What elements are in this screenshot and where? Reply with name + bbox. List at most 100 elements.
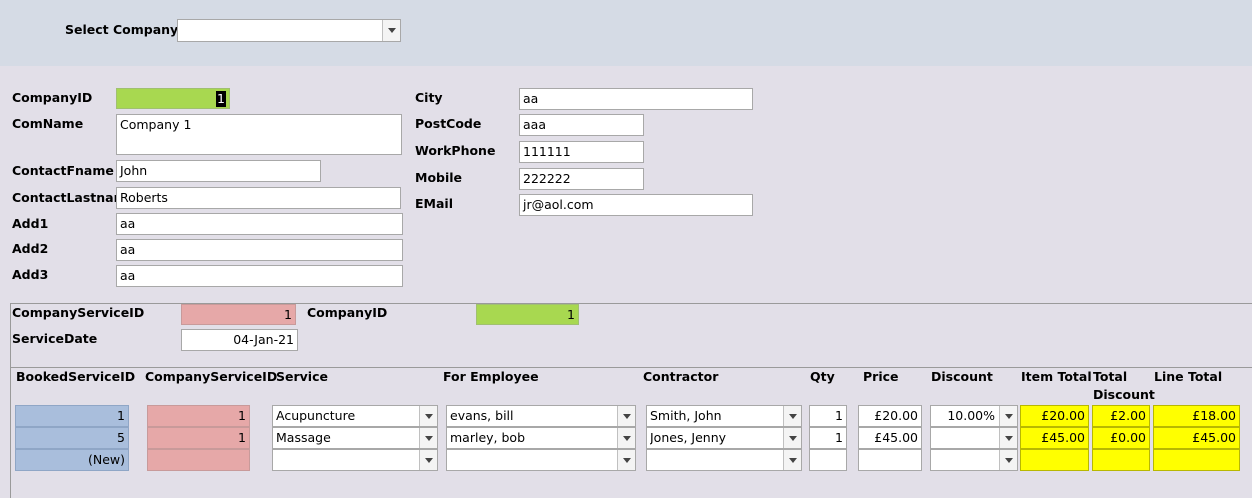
table-row-new-contractor-dropdown[interactable] [783,450,801,470]
city-field[interactable]: aa [519,88,753,110]
table-row-new-employee-combo[interactable] [446,449,636,471]
table-row-2-contractor-dropdown[interactable] [783,428,801,448]
chevron-down-icon [788,435,797,441]
chevron-down-icon [622,435,631,441]
col-price: Price [863,369,899,384]
table-row-2-service: Massage [276,430,331,445]
contact-lastname-field[interactable]: Roberts [116,187,401,209]
table-row-2-employee-dropdown[interactable] [617,428,635,448]
table-row-new-company-service-id[interactable] [147,449,250,471]
table-row-1-price[interactable]: £20.00 [858,405,922,427]
table-row-2-booked-service-id[interactable]: 5 [15,427,129,449]
table-row-1-contractor: Smith, John [650,408,722,423]
add1-label: Add1 [12,216,49,231]
table-row-1-qty[interactable]: 1 [809,405,847,427]
col-discount: Discount [931,369,993,384]
table-row-1-employee-dropdown[interactable] [617,406,635,426]
table-row-1-service-combo[interactable]: Acupuncture [272,405,438,427]
table-row-2-discount-dropdown[interactable] [999,428,1017,448]
table-row-1-discount-dropdown[interactable] [999,406,1017,426]
company-id-label: CompanyID [12,90,93,105]
service-date-label: ServiceDate [12,331,98,346]
col-total-discount-line2: Discount [1093,387,1155,402]
select-company-combo[interactable] [177,19,401,42]
company-service-id-field[interactable]: 1 [181,304,296,325]
table-row-new-service-dropdown[interactable] [419,450,437,470]
table-row-2-line-total: £45.00 [1153,427,1240,449]
chevron-down-icon [1004,413,1013,419]
table-row-new-employee-dropdown[interactable] [617,450,635,470]
table-row-1-employee: evans, bill [450,408,514,423]
table-row-new-service-combo[interactable] [272,449,438,471]
table-row-new-qty[interactable] [809,449,847,471]
company-service-id-label: CompanyServiceID [12,305,145,320]
table-row-2-service-dropdown[interactable] [419,428,437,448]
select-company-dropdown-button[interactable] [382,20,400,41]
email-field[interactable]: jr@aol.com [519,194,753,216]
chevron-down-icon [788,457,797,463]
table-row-new-discount-combo[interactable] [930,449,1018,471]
col-for-employee: For Employee [443,369,539,384]
com-name-label: ComName [12,116,84,131]
add1-field[interactable]: aa [116,213,403,235]
add3-field[interactable]: aa [116,265,403,287]
postcode-field[interactable]: aaa [519,114,644,136]
table-row-1-service: Acupuncture [276,408,356,423]
add3-label: Add3 [12,267,49,282]
contact-lastname-label: ContactLastnam [12,190,127,205]
service-company-id-label: CompanyID [307,305,388,320]
table-row-new-booked-service-id[interactable]: (New) [15,449,129,471]
table-row-new-total-discount [1092,449,1150,471]
postcode-label: PostCode [415,116,482,131]
chevron-down-icon [788,413,797,419]
table-row-1-line-total: £18.00 [1153,405,1240,427]
col-contractor: Contractor [643,369,719,384]
table-row-1-service-dropdown[interactable] [419,406,437,426]
chevron-down-icon [622,413,631,419]
table-row-2-price[interactable]: £45.00 [858,427,922,449]
select-company-label: Select Company [65,22,179,37]
chevron-down-icon [424,435,433,441]
table-row-1-total-discount: £2.00 [1092,405,1150,427]
company-id-field[interactable]: 1 [116,88,230,109]
table-row-2-item-total: £45.00 [1020,427,1089,449]
add2-label: Add2 [12,241,49,256]
table-row-2-qty[interactable]: 1 [809,427,847,449]
com-name-field[interactable]: Company 1 [116,114,402,155]
chevron-down-icon [1004,457,1013,463]
table-row-2-company-service-id[interactable]: 1 [147,427,250,449]
table-row-2-employee-combo[interactable]: marley, bob [446,427,636,449]
table-row-1-company-service-id[interactable]: 1 [147,405,250,427]
chevron-down-icon [1004,435,1013,441]
table-row-1-booked-service-id[interactable]: 1 [15,405,129,427]
chevron-down-icon [622,457,631,463]
table-row-1-contractor-combo[interactable]: Smith, John [646,405,802,427]
col-booked-service-id: BookedServiceID [16,369,136,384]
table-row-1-discount-combo[interactable]: 10.00% [930,405,1018,427]
mobile-field[interactable]: 222222 [519,168,644,190]
contact-fname-field[interactable]: John [116,160,321,182]
contact-fname-label: ContactFname [12,163,114,178]
booked-services-divider [10,367,1252,368]
table-row-1-employee-combo[interactable]: evans, bill [446,405,636,427]
workphone-field[interactable]: 111111 [519,141,644,163]
table-row-2-contractor: Jones, Jenny [650,430,727,445]
table-row-2-service-combo[interactable]: Massage [272,427,438,449]
service-company-id-field[interactable]: 1 [476,304,579,325]
col-line-total: Line Total [1154,369,1223,384]
add2-field[interactable]: aa [116,239,403,261]
table-row-2-discount-combo[interactable] [930,427,1018,449]
table-row-new-price[interactable] [858,449,922,471]
table-row-1-contractor-dropdown[interactable] [783,406,801,426]
email-label: EMail [415,196,453,211]
col-service: Service [276,369,328,384]
col-company-service-id: CompanyServiceID [145,369,278,384]
city-label: City [415,90,443,105]
chevron-down-icon [387,28,396,33]
chevron-down-icon [424,413,433,419]
service-date-field[interactable]: 04-Jan-21 [181,329,298,351]
table-row-new-contractor-combo[interactable] [646,449,802,471]
table-row-new-discount-dropdown[interactable] [999,450,1017,470]
workphone-label: WorkPhone [415,143,496,158]
table-row-2-contractor-combo[interactable]: Jones, Jenny [646,427,802,449]
